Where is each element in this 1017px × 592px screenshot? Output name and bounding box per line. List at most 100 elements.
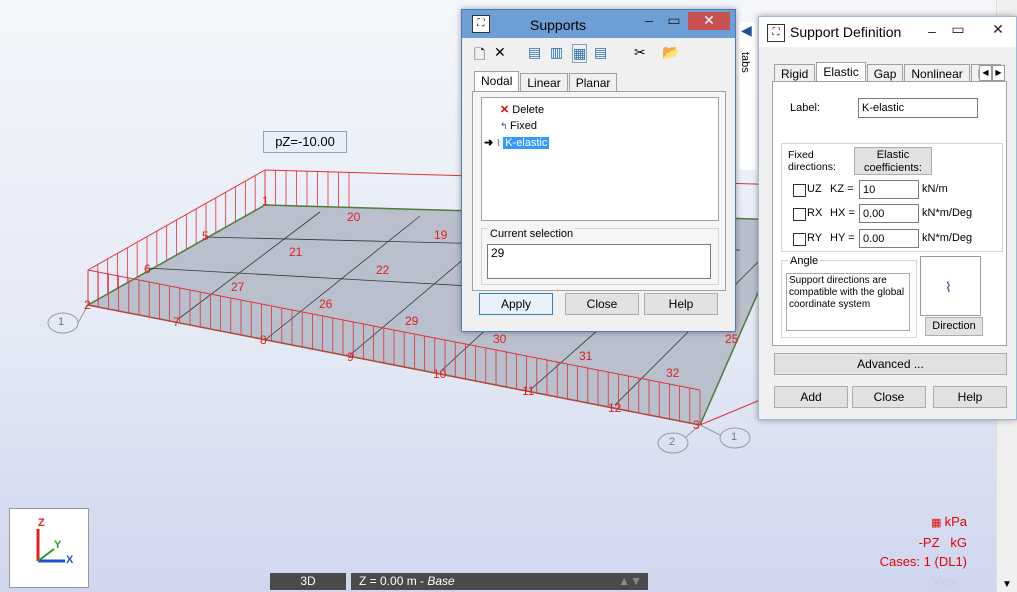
legend-unit-force: kG xyxy=(950,535,967,550)
list-item-selected[interactable]: ➜ ⌇ K-elastic xyxy=(484,136,550,149)
apply-button[interactable]: Apply xyxy=(479,293,553,315)
ry-checkbox[interactable] xyxy=(793,233,806,246)
view-list-icon[interactable]: ▤ xyxy=(528,44,541,61)
label-caption: Label: xyxy=(790,102,820,114)
hy-label: HY = xyxy=(830,232,855,244)
maximize-icon[interactable]: ▭ xyxy=(661,12,687,30)
direction-button[interactable]: Direction xyxy=(925,317,983,336)
panel-number: 32 xyxy=(666,366,680,380)
list-item[interactable]: ↰ Fixed xyxy=(500,120,537,132)
scroll-down-icon[interactable]: ▼ xyxy=(1002,579,1012,590)
current-arrow-icon: ➜ xyxy=(484,137,494,149)
list-item-label: K-elastic xyxy=(503,137,550,149)
axes-triad-icon xyxy=(36,529,65,563)
axis-z-label: Z xyxy=(38,517,45,529)
tab-scroll-right-icon[interactable]: ▶ xyxy=(992,65,1005,81)
direction-preview: ⌇ xyxy=(920,256,981,316)
support-type-list[interactable]: ✕ Delete ↰ Fixed ➜ ⌇ K-elastic xyxy=(481,97,719,221)
load-icon: ▦ xyxy=(931,517,945,529)
plane-label: Z = 0.00 m xyxy=(359,574,417,588)
axis-y-label: Y xyxy=(54,539,62,551)
axis-marker-label: 2 xyxy=(669,436,676,448)
advanced-button[interactable]: Advanced ... xyxy=(774,353,1007,375)
node-number: 11 xyxy=(522,384,535,398)
list-item-label: Fixed xyxy=(510,120,537,132)
panel-number: 19 xyxy=(434,228,448,242)
node-number: 6 xyxy=(144,262,151,276)
kz-label: KZ = xyxy=(830,183,854,195)
cut-icon[interactable]: ✂ xyxy=(634,44,646,61)
support-label-input[interactable]: K-elastic xyxy=(858,98,978,118)
legend-unit-pressure: kPa xyxy=(944,514,967,529)
maximize-icon[interactable]: ▭ xyxy=(945,21,971,39)
close-button[interactable]: Close xyxy=(852,386,926,408)
axis-marker-label: 1 xyxy=(58,316,65,328)
rx-checkbox[interactable] xyxy=(793,208,806,221)
tab-planar[interactable]: Planar xyxy=(568,73,618,93)
close-icon[interactable]: ✕ xyxy=(688,12,730,30)
kz-unit: kN/m xyxy=(922,183,948,195)
panel-number: 22 xyxy=(376,263,390,277)
support-definition-dialog[interactable]: ⛶ Support Definition – ▭ ✕ Rigid Elastic… xyxy=(758,16,1017,420)
panel-number: 25 xyxy=(725,332,739,346)
hy-unit: kN*m/Deg xyxy=(922,232,973,244)
hx-input[interactable]: 0.00 xyxy=(859,204,919,223)
current-selection-input[interactable]: 29 xyxy=(487,244,711,279)
supports-titlebar[interactable]: ⛶ Supports – ▭ ✕ xyxy=(462,10,735,38)
delete-icon[interactable]: ✕ xyxy=(494,44,506,61)
plane-spin-icon[interactable]: ▲▼ xyxy=(618,573,642,590)
view-details-icon[interactable]: ▥ xyxy=(550,44,563,61)
elastic-coefficients-button[interactable]: Elastic coefficients: xyxy=(854,147,932,175)
uz-label: UZ xyxy=(807,183,822,195)
axis-marker-1 xyxy=(47,304,89,334)
panel-number: 21 xyxy=(289,245,303,259)
legend-cases: Cases: 1 (DL1) xyxy=(879,554,967,569)
supports-tabs: Nodal Linear Planar xyxy=(474,71,618,93)
add-button[interactable]: Add xyxy=(774,386,848,408)
open-icon[interactable]: 📂 xyxy=(662,44,679,61)
minimize-icon[interactable]: – xyxy=(919,23,945,41)
axes-orientation-widget[interactable]: Z Y X xyxy=(9,508,89,588)
view-table-icon[interactable]: ▤ xyxy=(594,44,607,61)
panel-number: 30 xyxy=(493,332,507,346)
side-tabs-strip[interactable]: ◀ tabs xyxy=(739,22,757,170)
close-icon[interactable]: ✕ xyxy=(985,21,1011,39)
close-button[interactable]: Close xyxy=(565,293,639,315)
view-mode-button[interactable]: 3D xyxy=(270,573,346,590)
work-plane-selector[interactable]: Z = 0.00 m - Base ▲▼ xyxy=(351,573,648,590)
tabs-label: tabs xyxy=(739,52,751,73)
elastic-tab-panel: Label: K-elastic Fixed directions: Elast… xyxy=(772,81,1007,346)
tab-linear[interactable]: Linear xyxy=(520,73,568,93)
panel-number: 29 xyxy=(405,314,419,328)
uz-checkbox[interactable] xyxy=(793,184,806,197)
angle-title: Angle xyxy=(788,255,821,267)
view-label[interactable]: View xyxy=(905,573,985,590)
help-button[interactable]: Help xyxy=(933,386,1007,408)
panel-number: 28 xyxy=(319,297,332,311)
load-value-label: pZ=-10.00 xyxy=(263,131,347,153)
tab-scroll-left-icon[interactable]: ◀ xyxy=(979,65,992,81)
node-number: 5 xyxy=(202,229,209,243)
collapse-arrow-icon[interactable]: ◀ xyxy=(741,22,752,39)
panel-number: 31 xyxy=(579,349,593,363)
kz-input[interactable]: 10 xyxy=(859,180,919,199)
hx-unit: kN*m/Deg xyxy=(922,207,973,219)
results-legend: ▦ kPa -PZ kG Cases: 1 (DL1) xyxy=(880,512,967,571)
tab-nodal[interactable]: Nodal xyxy=(474,71,520,93)
axis-marker-label: 1 xyxy=(731,431,738,443)
minimize-icon[interactable]: – xyxy=(636,12,662,30)
help-button[interactable]: Help xyxy=(644,293,718,315)
node-number: 2 xyxy=(84,298,91,312)
hy-input[interactable]: 0.00 xyxy=(859,229,919,248)
node-number: 8 xyxy=(260,333,267,347)
delete-icon: ✕ xyxy=(500,104,510,116)
support-def-titlebar[interactable]: ⛶ Support Definition – ▭ ✕ xyxy=(759,17,1016,47)
plane-name: Base xyxy=(427,574,455,588)
list-item[interactable]: ✕ Delete xyxy=(500,103,544,116)
view-grid-icon[interactable]: ▦ xyxy=(572,44,588,63)
new-icon[interactable]: 🗋 xyxy=(474,44,485,68)
spring-direction-icon: ⌇ xyxy=(945,279,952,295)
axis-x-label: X xyxy=(66,554,74,566)
supports-dialog[interactable]: ⛶ Supports – ▭ ✕ 🗋 ✕ ▤ ▥ ▦ ▤ ✂ 📂 Nodal L… xyxy=(461,9,736,332)
support-def-app-icon: ⛶ xyxy=(767,24,785,42)
